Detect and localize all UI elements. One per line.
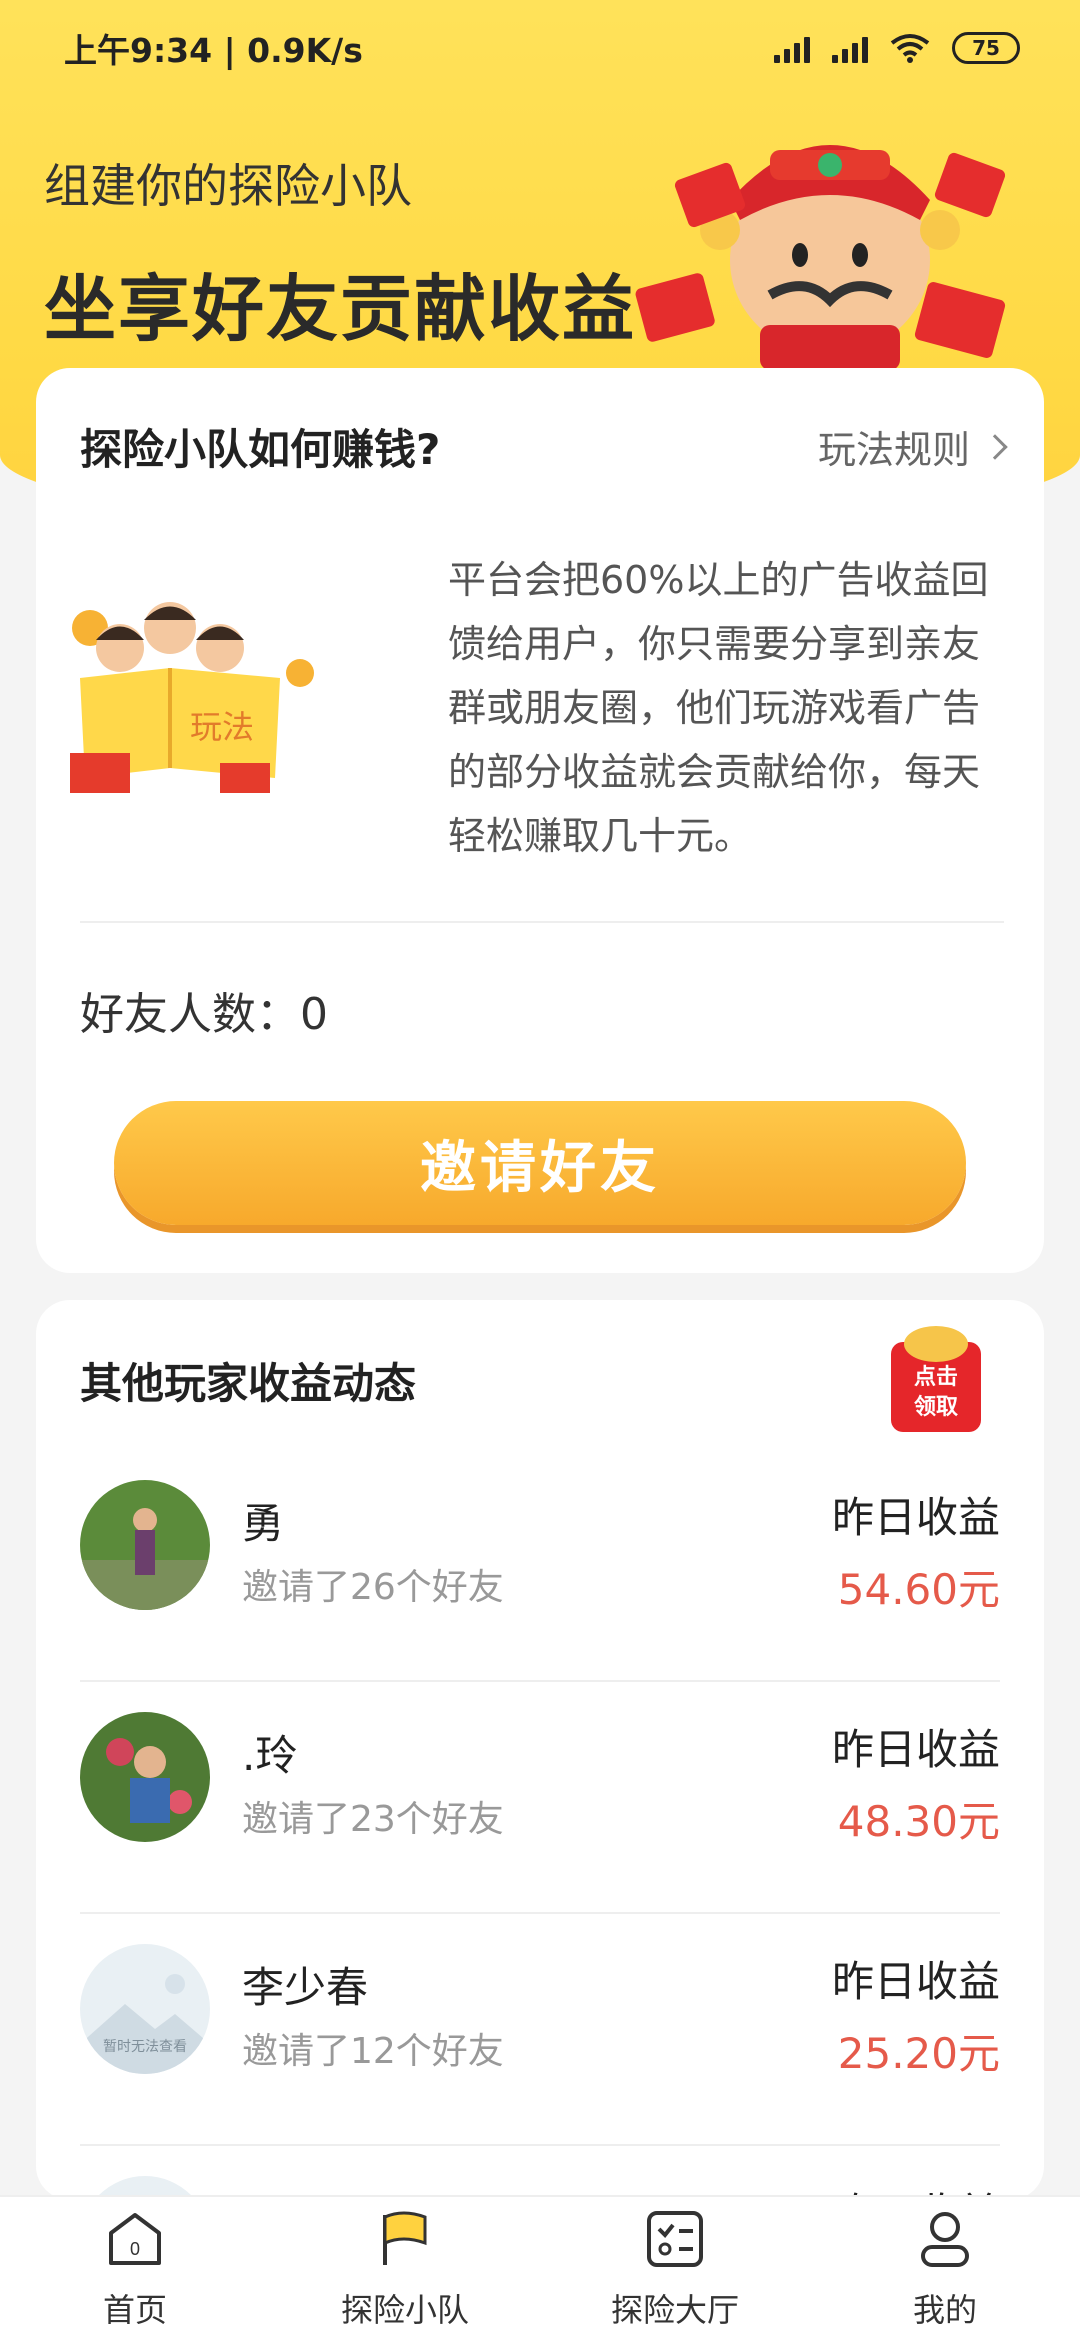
player-name: 勇 bbox=[242, 1499, 285, 1548]
hero-subtitle: 组建你的探险小队 bbox=[44, 159, 412, 213]
battery-icon: 75 bbox=[952, 31, 1020, 64]
bottom-navigation: 0 首页 探险小队 探险大厅 我的 bbox=[0, 2195, 1080, 2340]
avatar bbox=[80, 1480, 210, 1610]
nav-home-label: 首页 bbox=[102, 2290, 167, 2329]
rules-link[interactable]: 玩法规则 bbox=[817, 419, 1008, 474]
status-bar: 上午9:34 | 0.9K/s 75 bbox=[0, 0, 1080, 95]
rules-book-illustration: 玩法 bbox=[70, 602, 314, 793]
nav-adventure-team[interactable]: 探险小队 bbox=[270, 2207, 540, 2331]
hero-title: 坐享好友贡献收益 bbox=[44, 267, 637, 351]
avatar: 暂时无法查看 bbox=[80, 1944, 210, 2074]
home-icon: 0 bbox=[109, 2212, 161, 2265]
player-name: .玲 bbox=[242, 1731, 298, 1780]
earnings-title: 其他玩家收益动态 bbox=[80, 1359, 417, 1408]
earnings-label: 昨日收益 bbox=[831, 1493, 1000, 1542]
flag-icon bbox=[383, 2211, 427, 2265]
list-item[interactable]: .玲 邀请了23个好友 昨日收益 48.30元 bbox=[80, 1682, 1000, 1914]
invited-count: 邀请了26个好友 bbox=[242, 1567, 504, 1608]
list-item[interactable]: 暂时无法查看 李少春 邀请了12个好友 昨日收益 25.20元 bbox=[80, 1914, 1000, 2146]
checklist-icon bbox=[647, 2210, 703, 2267]
list-item[interactable]: 勇 邀请了26个好友 昨日收益 54.60元 bbox=[80, 1450, 1000, 1682]
svg-text:0: 0 bbox=[130, 2239, 140, 2259]
chevron-right-icon bbox=[982, 433, 1008, 460]
rules-link-label: 玩法规则 bbox=[817, 428, 970, 472]
wifi-icon bbox=[890, 33, 930, 63]
status-time: 上午9:34 | 0.9K/s bbox=[64, 30, 363, 70]
nav-adventure-hall[interactable]: 探险大厅 bbox=[540, 2207, 810, 2331]
list-item[interactable]: Nzo达蒙 昨日收益 bbox=[80, 2146, 1000, 2200]
earnings-label: 昨日收益 bbox=[831, 1957, 1000, 2006]
signal-icon bbox=[774, 33, 810, 63]
invited-count: 邀请了12个好友 bbox=[242, 2031, 504, 2072]
illustration-label: 玩法 bbox=[190, 709, 254, 745]
god-of-wealth-mascot bbox=[635, 145, 1006, 370]
avatar bbox=[80, 1712, 210, 1842]
divider bbox=[80, 921, 1004, 923]
nav-profile[interactable]: 我的 bbox=[810, 2207, 1080, 2331]
profile-icon bbox=[921, 2211, 969, 2267]
earning-description: 平台会把60%以上的广告收益回馈给用户，你只需要分享到亲友群或朋友圈，他们玩游戏… bbox=[448, 558, 989, 858]
player-name: 李少春 bbox=[242, 1963, 369, 2012]
how-to-earn-card: 探险小队如何赚钱? 玩法规则 玩法 平台会把60%以上的广告收益回馈给用户，你只… bbox=[36, 368, 1044, 1273]
friends-count: 好友人数：0 bbox=[80, 989, 328, 1040]
how-to-earn-title: 探险小队如何赚钱? bbox=[80, 425, 441, 474]
player-list: 勇 邀请了26个好友 昨日收益 54.60元 .玲 邀请了23个好友 昨日收益 … bbox=[80, 1450, 1000, 2200]
hd-signal-icon bbox=[832, 33, 868, 63]
nav-adventure-hall-label: 探险大厅 bbox=[610, 2290, 739, 2329]
svg-text:领取: 领取 bbox=[914, 1394, 958, 1419]
earnings-value: 54.60元 bbox=[837, 1565, 1000, 1614]
nav-profile-label: 我的 bbox=[912, 2290, 977, 2329]
earnings-label: 昨日收益 bbox=[831, 1725, 1000, 1774]
earnings-value: 48.30元 bbox=[837, 1797, 1000, 1846]
avatar-placeholder-text: 暂时无法查看 bbox=[103, 2039, 187, 2055]
nav-adventure-team-label: 探险小队 bbox=[340, 2290, 469, 2329]
invite-friends-button[interactable]: 邀请好友 bbox=[114, 1101, 966, 1225]
red-packet-claim-button[interactable]: 点击 领取 bbox=[881, 1322, 991, 1437]
nav-home[interactable]: 0 首页 bbox=[0, 2207, 270, 2331]
earnings-value: 25.20元 bbox=[837, 2029, 1000, 2078]
svg-text:点击: 点击 bbox=[914, 1364, 958, 1389]
player-earnings-card: 其他玩家收益动态 点击 领取 勇 邀请了26个好友 昨日收益 54.60元 .玲… bbox=[36, 1300, 1044, 2200]
invited-count: 邀请了23个好友 bbox=[242, 1799, 504, 1840]
